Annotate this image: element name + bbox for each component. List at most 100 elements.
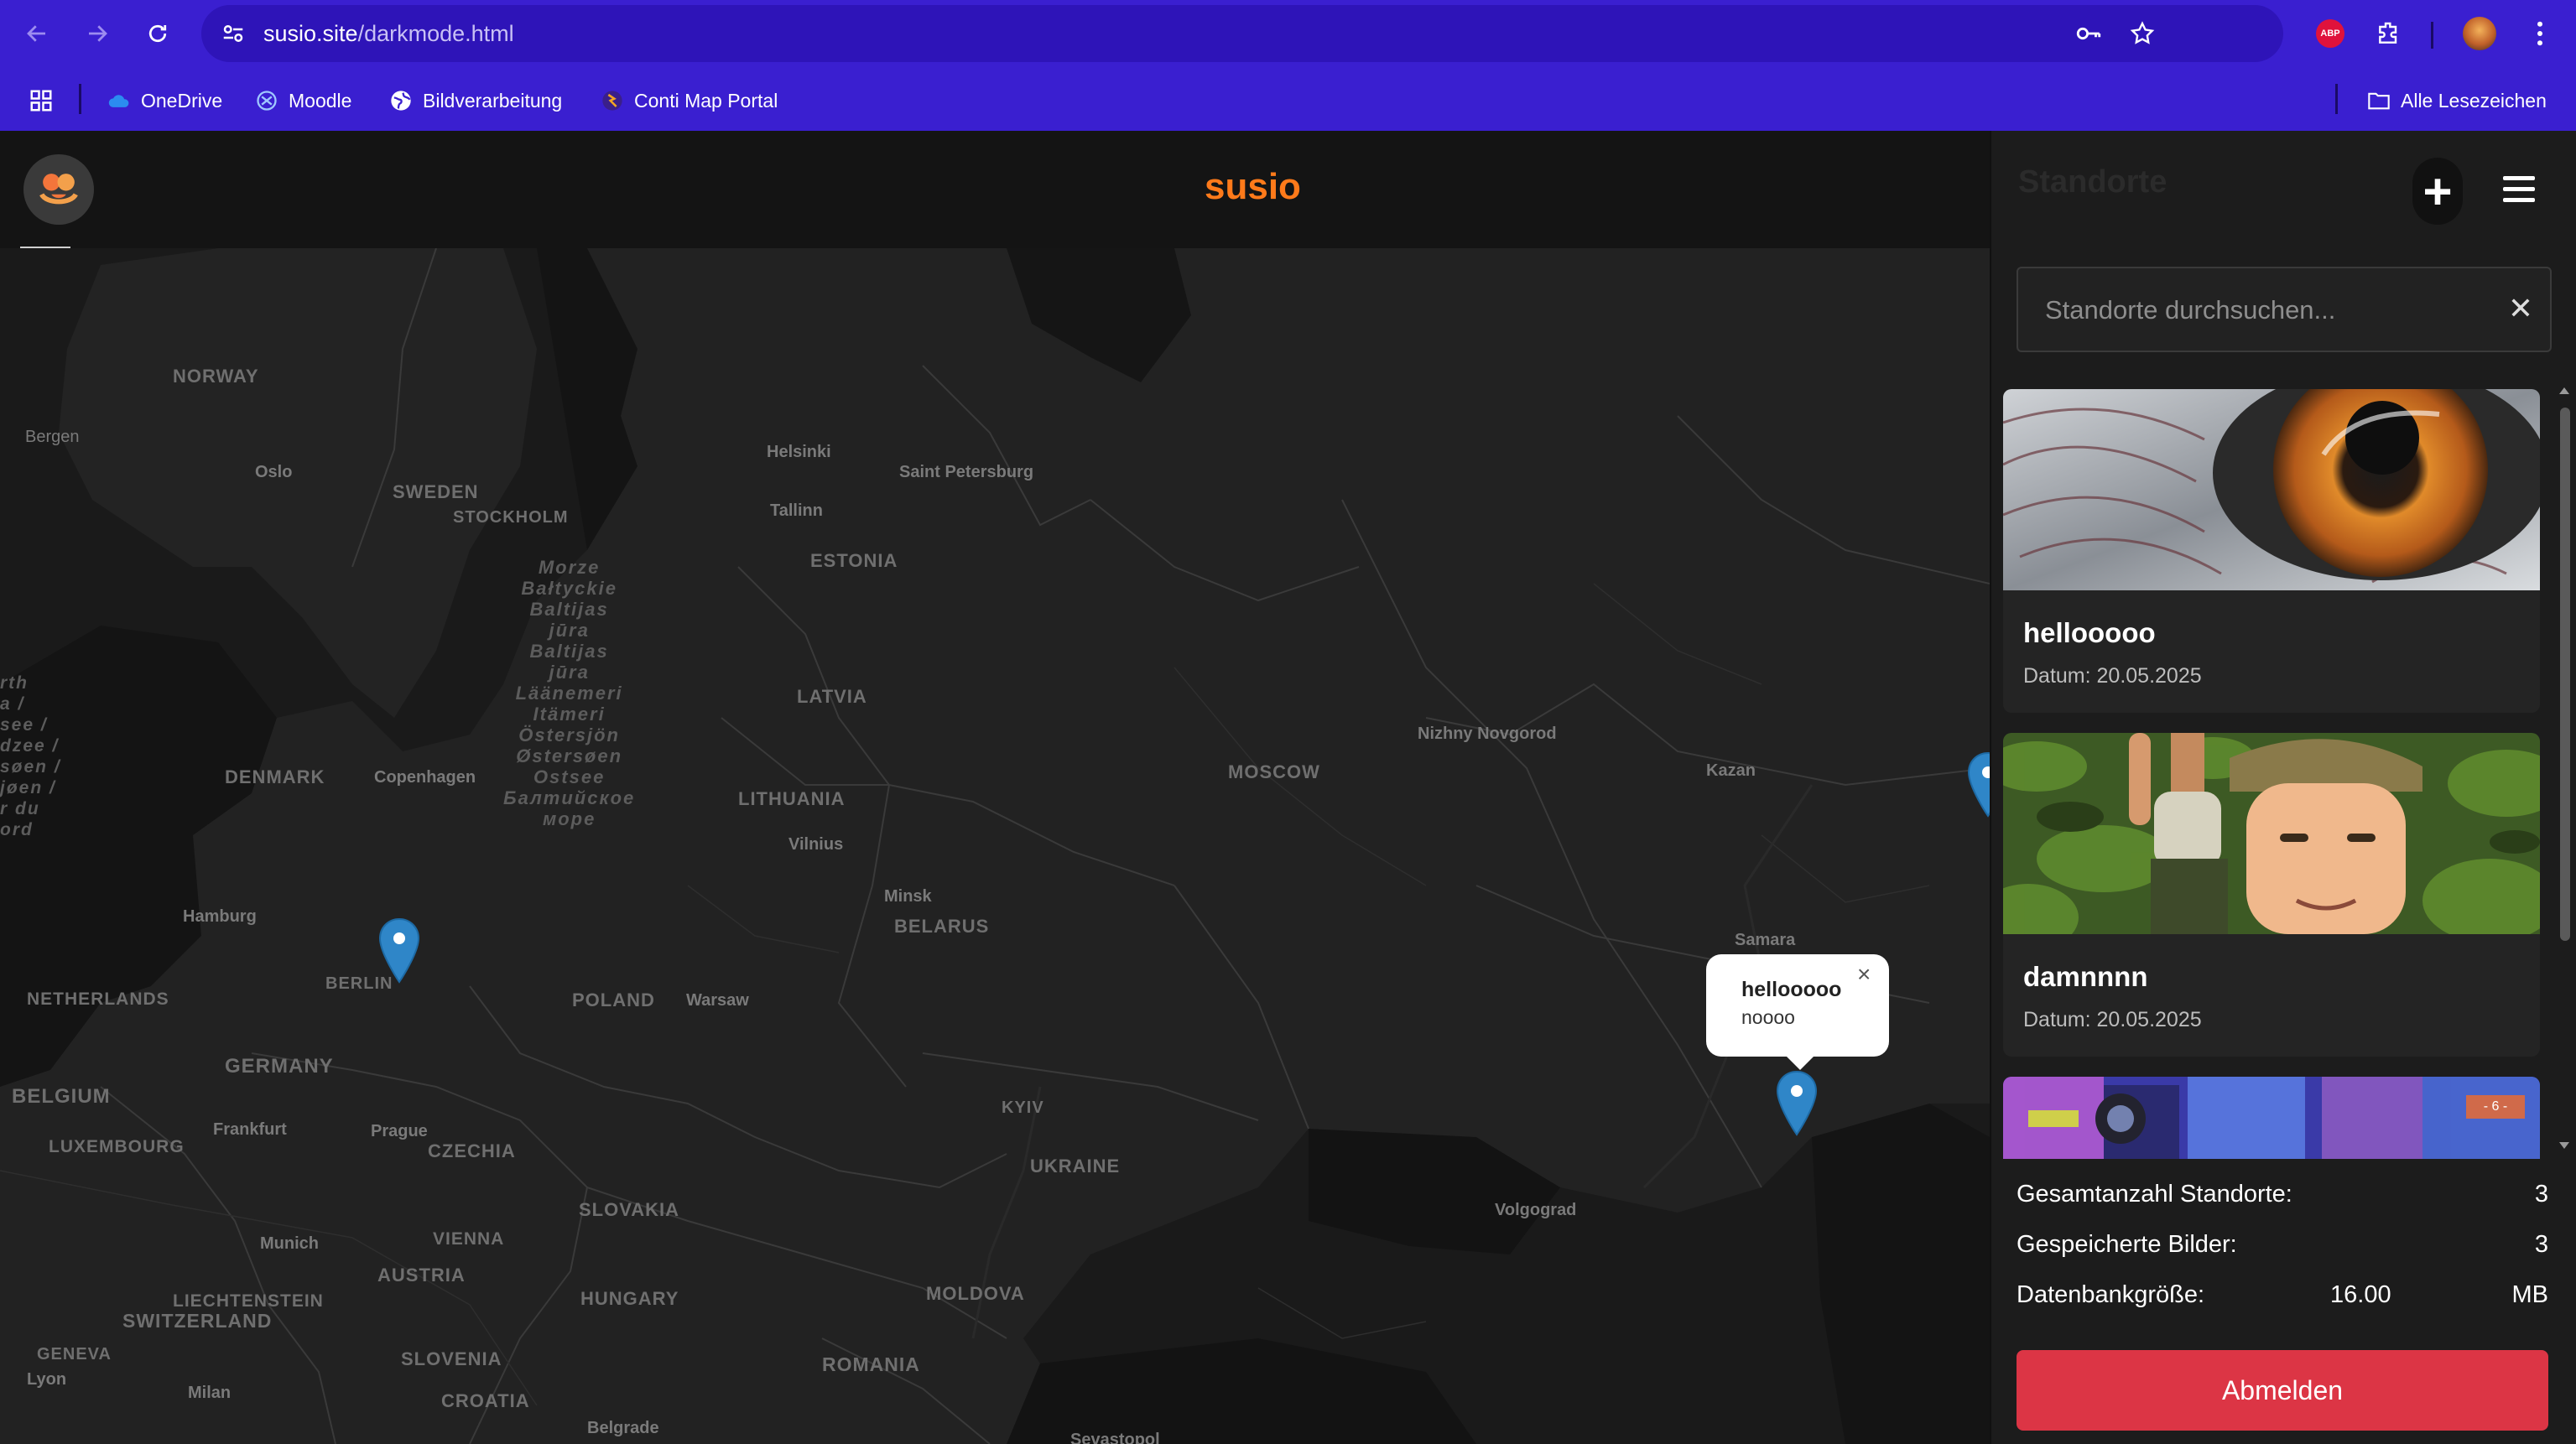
all-bookmarks-label: Alle Lesezeichen [2401, 89, 2547, 112]
stat-saved-images: Gespeicherte Bilder: 3 [2017, 1231, 2548, 1265]
onedrive-icon [107, 89, 131, 112]
bookmark-label: OneDrive [141, 89, 223, 112]
location-thumbnail: - 6 - [2003, 1077, 2540, 1159]
app-logo[interactable] [23, 154, 94, 225]
stat-unit: MB [2511, 1281, 2549, 1308]
map-label-nizhny-novgorod: Nizhny Novgorod [1418, 725, 1557, 743]
extensions-icon[interactable] [2370, 15, 2407, 52]
map-label-romania: ROMANIA [822, 1353, 920, 1375]
moodle-icon [255, 89, 278, 112]
search-input[interactable] [2043, 268, 2500, 352]
popup-title: hellooooo [1741, 978, 1842, 1001]
map-label-geneva: GENEVA [37, 1345, 112, 1363]
bookmark-star-icon[interactable] [2126, 17, 2159, 50]
clear-search-icon[interactable]: ✕ [2508, 290, 2533, 327]
location-card-title: damnnnn [2023, 961, 2148, 992]
reload-button[interactable] [139, 15, 176, 52]
bookmarks-bar: OneDrive Moodle Bildverarbeitung Conti M… [0, 70, 2576, 131]
location-card-title: hellooooo [2023, 617, 2156, 648]
map-label-helsinki: Helsinki [767, 443, 831, 461]
map-label-milan: Milan [188, 1384, 232, 1402]
stat-database-size: Datenbankgröße: 16.00 MB [2017, 1281, 2548, 1315]
location-list-scrollbar[interactable] [2557, 384, 2572, 1156]
map-label-denmark: DENMARK [225, 766, 325, 787]
adblock-icon[interactable]: ABP [2312, 15, 2349, 52]
couple-logo-icon [39, 174, 78, 205]
location-thumbnail [2003, 733, 2540, 934]
folder-icon [2367, 89, 2391, 112]
stat-value: 3 [2534, 1181, 2548, 1208]
map-label-czechia: CZECHIA [428, 1140, 516, 1161]
map-label-hamburg: Hamburg [183, 907, 257, 926]
url-text: susio.site/darkmode.html [263, 5, 514, 62]
stat-total-locations: Gesamtanzahl Standorte: 3 [2017, 1181, 2548, 1214]
site-settings-icon[interactable] [216, 17, 250, 50]
map-label-tallinn: Tallinn [770, 501, 823, 520]
profile-avatar[interactable] [2461, 15, 2498, 52]
browser-toolbar: susio.site/darkmode.html ABP OneDrive Mo… [0, 0, 2576, 131]
hamburger-menu-icon[interactable] [2500, 173, 2542, 206]
all-bookmarks-button[interactable]: Alle Lesezeichen [2367, 70, 2547, 131]
map-label-stockholm: STOCKHOLM [453, 508, 569, 527]
app-header: susio [0, 131, 1990, 249]
map-label-bergen: Bergen [25, 428, 80, 446]
location-card[interactable]: damnnnn Datum: 20.05.2025 [2003, 733, 2540, 1057]
map-label-luxembourg: LUXEMBOURG [49, 1137, 185, 1156]
map-label-liechtenstein: LIECHTENSTEIN [173, 1291, 324, 1311]
logout-button[interactable]: Abmelden [2017, 1350, 2548, 1431]
location-search: ✕ [2017, 267, 2552, 352]
globe-icon [389, 89, 413, 112]
map-label-belarus: BELARUS [894, 916, 990, 937]
add-location-button[interactable]: + [2412, 158, 2463, 225]
plus-icon: + [2422, 163, 2453, 220]
toolbar-divider [2431, 22, 2433, 49]
bookmark-conti-map-portal[interactable]: Conti Map Portal [601, 70, 778, 131]
popup-close-icon[interactable]: × [1857, 961, 1871, 988]
back-button[interactable] [18, 15, 55, 52]
map-marker-berlin[interactable] [377, 917, 421, 984]
scrollbar-thumb[interactable] [2560, 408, 2570, 941]
map-label-prague: Prague [371, 1122, 428, 1140]
browser-menu-icon[interactable] [2521, 15, 2558, 52]
bookmark-moodle[interactable]: Moodle [255, 70, 351, 131]
map-label-croatia: CROATIA [441, 1390, 530, 1411]
bookmark-label: Bildverarbeitung [423, 89, 563, 112]
location-card[interactable]: - 6 - [2003, 1077, 2540, 1159]
forward-button[interactable] [79, 15, 116, 52]
map-label-sweden: SWEDEN [393, 481, 479, 502]
marker-popup: hellooooo noooo × [1706, 954, 1889, 1070]
thumbnail-badge: - 6 - [2466, 1095, 2525, 1119]
stat-value: 3 [2534, 1231, 2548, 1258]
map-label-volgograd: Volgograd [1495, 1201, 1577, 1219]
map-label-minsk: Minsk [884, 887, 932, 906]
location-list[interactable]: hellooooo Datum: 20.05.2025 damnnnn Datu… [2003, 389, 2540, 1159]
url-path: /darkmode.html [357, 21, 514, 46]
stat-label: Datenbankgröße: [2017, 1281, 2205, 1308]
stat-label: Gespeicherte Bilder: [2017, 1231, 2237, 1258]
location-card-date: Datum: 20.05.2025 [2023, 1008, 2202, 1031]
map-label-germany: GERMANY [225, 1055, 334, 1078]
map-label-austria: AUSTRIA [377, 1265, 466, 1286]
map-label-north-sea: rth a / see / dzee / søen / jøen / r du … [0, 673, 61, 839]
password-key-icon[interactable] [2072, 17, 2105, 50]
bookmark-bildverarbeitung[interactable]: Bildverarbeitung [389, 70, 562, 131]
map-marker-samara[interactable] [1775, 1070, 1819, 1137]
map-label-samara: Samara [1735, 931, 1796, 949]
location-thumbnail [2003, 389, 2540, 590]
url-host: susio.site [263, 21, 358, 46]
address-bar[interactable]: susio.site/darkmode.html [201, 5, 2283, 62]
map-view[interactable]: NORWAY Bergen Oslo SWEDEN STOCKHOLM Hels… [0, 248, 1990, 1444]
brand-title: susio [1205, 166, 1301, 207]
map-label-vilnius: Vilnius [788, 835, 844, 854]
location-card[interactable]: hellooooo Datum: 20.05.2025 [2003, 389, 2540, 713]
map-label-moldova: MOLDOVA [926, 1283, 1025, 1304]
scroll-down-icon [2559, 1142, 2569, 1149]
bookmark-label: Moodle [289, 89, 352, 112]
apps-grid-icon[interactable] [29, 70, 54, 131]
map-label-hungary: HUNGARY [580, 1288, 679, 1309]
bookmark-onedrive[interactable]: OneDrive [107, 70, 222, 131]
map-marker-east[interactable] [1966, 751, 1990, 818]
map-label-ukraine: UKRAINE [1030, 1156, 1121, 1176]
map-label-netherlands: NETHERLANDS [27, 990, 169, 1009]
map-label-lithuania: LITHUANIA [738, 788, 846, 809]
